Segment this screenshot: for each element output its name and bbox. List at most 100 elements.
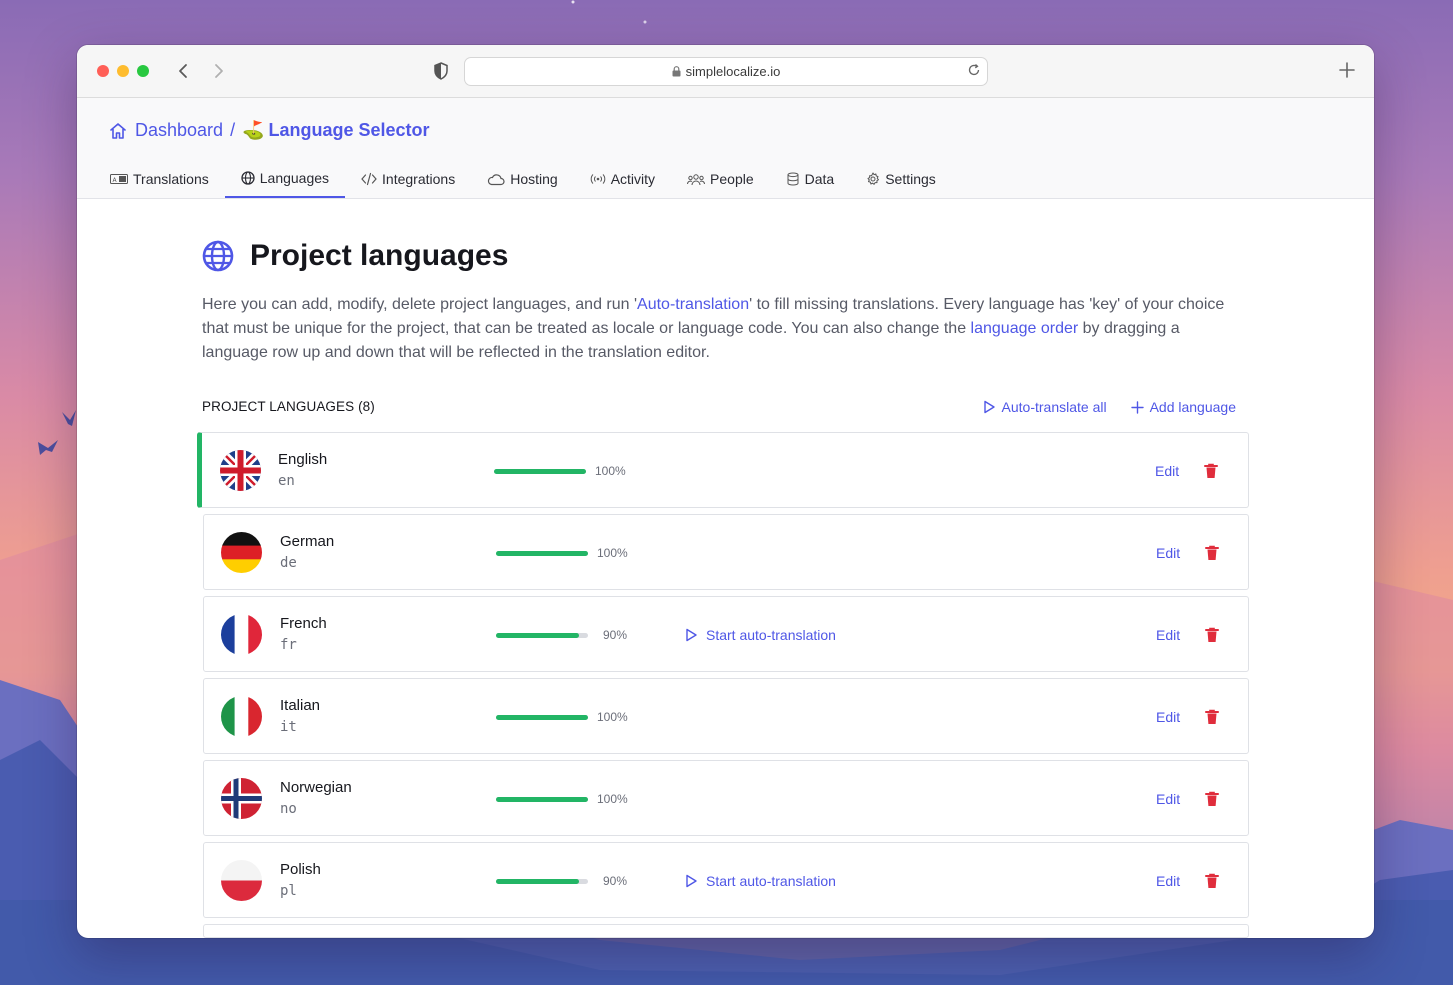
tab-people[interactable]: People: [671, 160, 770, 198]
progress-percent: 100%: [597, 710, 628, 724]
play-icon: [686, 628, 697, 642]
home-icon[interactable]: [108, 121, 128, 141]
play-icon: [983, 400, 995, 414]
activity-icon: [590, 174, 605, 184]
new-tab-icon[interactable]: [1336, 59, 1358, 81]
project-tabs: A Translations Languages Integrations Ho…: [108, 160, 952, 198]
page-title-row: Project languages: [202, 239, 508, 273]
language-row-no[interactable]: Norwegian no 100% Edit: [203, 760, 1249, 836]
section-actions: Auto-translate all Add language: [958, 399, 1236, 415]
add-language-button[interactable]: Add language: [1130, 399, 1236, 415]
golf-flag-icon: ⛳: [242, 120, 265, 140]
project-header: Dashboard / ⛳ Language Selector A Transl…: [77, 98, 1374, 199]
chevron-left-icon: [179, 64, 187, 78]
lock-icon: [672, 66, 681, 77]
trash-icon[interactable]: [1204, 627, 1220, 643]
progress-bar: [494, 469, 586, 474]
progress-percent: 100%: [597, 546, 628, 560]
trash-icon[interactable]: [1204, 791, 1220, 807]
poland-flag-icon: [221, 860, 262, 901]
breadcrumb-dashboard-link[interactable]: Dashboard: [135, 120, 223, 141]
maximize-window-button[interactable]: [137, 65, 149, 77]
auto-translation-link[interactable]: Auto-translation: [637, 296, 749, 313]
trash-icon[interactable]: [1204, 873, 1220, 889]
edit-language-button[interactable]: Edit: [1156, 873, 1180, 889]
plus-icon: [1130, 400, 1144, 414]
edit-language-button[interactable]: Edit: [1156, 627, 1180, 643]
tab-languages[interactable]: Languages: [224, 160, 346, 198]
language-key: fr: [280, 637, 297, 653]
language-key: pl: [280, 883, 297, 899]
breadcrumb: Dashboard / ⛳ Language Selector: [108, 120, 430, 141]
close-window-button[interactable]: [97, 65, 109, 77]
trash-icon[interactable]: [1204, 709, 1220, 725]
languages-list: English en 100% Edit German de 100% Edit: [197, 432, 1249, 938]
tab-activity[interactable]: Activity: [574, 160, 671, 198]
minimize-window-button[interactable]: [117, 65, 129, 77]
language-name: Norwegian: [280, 779, 352, 796]
edit-language-button[interactable]: Edit: [1155, 463, 1179, 479]
languages-section-header: PROJECT LANGUAGES (8) Auto-translate all…: [202, 399, 1236, 419]
globe-icon: [202, 240, 234, 272]
breadcrumb-separator: /: [230, 120, 236, 140]
language-row-de[interactable]: German de 100% Edit: [203, 514, 1249, 590]
back-button[interactable]: [171, 59, 195, 83]
globe-icon: [241, 171, 255, 185]
auto-translate-all-button[interactable]: Auto-translate all: [982, 399, 1107, 415]
edit-language-button[interactable]: Edit: [1156, 545, 1180, 561]
language-name: Italian: [280, 697, 321, 714]
tab-settings[interactable]: Settings: [850, 160, 952, 198]
uk-flag-icon: [220, 450, 261, 491]
page-description: Here you can add, modify, delete project…: [202, 296, 1225, 361]
people-icon: [687, 173, 706, 185]
language-name: French: [280, 615, 327, 632]
forward-button[interactable]: [207, 59, 231, 83]
svg-text:A: A: [113, 177, 118, 184]
privacy-shield-icon[interactable]: [431, 61, 451, 81]
progress-percent: 90%: [603, 874, 628, 888]
language-row-it[interactable]: Italian it 100% Edit: [203, 678, 1249, 754]
progress-percent: 100%: [595, 464, 626, 478]
trash-icon[interactable]: [1204, 545, 1220, 561]
language-row-partial[interactable]: [203, 924, 1249, 938]
language-row-pl[interactable]: Polish pl 90% Start auto-translation Edi…: [203, 842, 1249, 918]
gear-icon: [867, 172, 880, 185]
language-row-en[interactable]: English en 100% Edit: [197, 432, 1249, 508]
progress-percent: 90%: [603, 628, 628, 642]
language-row-fr[interactable]: French fr 90% Start auto-translation Edi…: [203, 596, 1249, 672]
reload-icon[interactable]: [967, 63, 981, 77]
browser-window: simplelocalize.io Dashboard / ⛳ Language…: [77, 45, 1374, 938]
language-name: German: [280, 533, 335, 550]
start-auto-translation-button[interactable]: Start auto-translation: [684, 627, 836, 643]
germany-flag-icon: [221, 532, 262, 573]
language-key: it: [280, 719, 297, 735]
language-key: en: [278, 473, 295, 489]
tab-data[interactable]: Data: [770, 160, 851, 198]
cloud-icon: [488, 173, 505, 185]
translations-icon: A: [110, 174, 128, 184]
page-title: Project languages: [250, 239, 509, 272]
tab-translations[interactable]: A Translations: [108, 160, 225, 198]
database-icon: [787, 172, 799, 186]
progress-bar: [496, 551, 588, 556]
start-auto-translation-button[interactable]: Start auto-translation: [684, 873, 836, 889]
progress-bar: [496, 879, 588, 884]
language-key: no: [280, 801, 297, 817]
progress-bar: [496, 633, 588, 638]
france-flag-icon: [221, 614, 262, 655]
language-name: English: [278, 451, 328, 468]
edit-language-button[interactable]: Edit: [1156, 709, 1180, 725]
address-bar[interactable]: simplelocalize.io: [464, 57, 988, 86]
tab-hosting[interactable]: Hosting: [471, 160, 573, 198]
trash-icon[interactable]: [1203, 463, 1219, 479]
code-icon: [361, 172, 377, 186]
edit-language-button[interactable]: Edit: [1156, 791, 1180, 807]
tab-integrations[interactable]: Integrations: [345, 160, 471, 198]
italy-flag-icon: [221, 696, 262, 737]
progress-bar: [496, 797, 588, 802]
language-order-link[interactable]: language order: [971, 320, 1079, 337]
url-text: simplelocalize.io: [685, 64, 781, 79]
progress-bar: [496, 715, 588, 720]
breadcrumb-project-link[interactable]: Language Selector: [269, 120, 430, 141]
norway-flag-icon: [221, 778, 262, 819]
